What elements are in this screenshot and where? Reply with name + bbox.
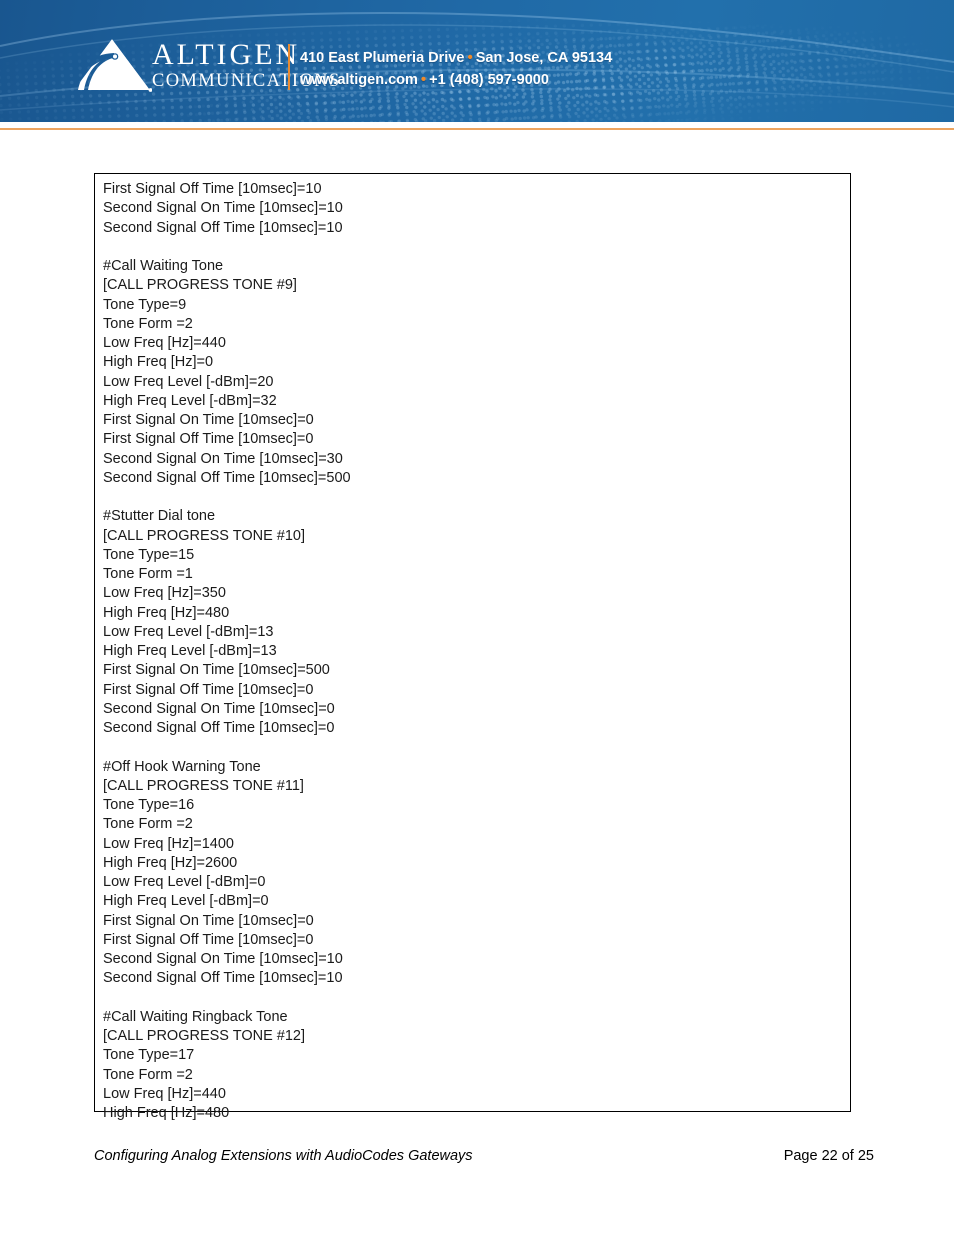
- code-line: [CALL PROGRESS TONE #12]: [103, 1028, 306, 1044]
- brand-name-communications: COMMUNICATIONS: [152, 71, 341, 91]
- header-accent-rule: [0, 128, 954, 130]
- code-line: High Freq Level [-dBm]=32: [103, 392, 277, 409]
- code-line: Second Signal Off Time [10msec]=500: [103, 469, 351, 486]
- code-line: #Off Hook Warning Tone: [103, 758, 261, 775]
- code-line: First Signal Off Time [10msec]=0: [103, 681, 314, 698]
- code-line: [CALL PROGRESS TONE #10]: [103, 527, 306, 544]
- code-line: [CALL PROGRESS TONE #11]: [103, 777, 304, 794]
- code-line: #Call Waiting Ringback Tone: [103, 1008, 288, 1025]
- code-line: Tone Type=16: [103, 797, 195, 813]
- code-line: #Call Waiting Tone: [103, 258, 224, 274]
- code-line: Low Freq Level [-dBm]=13: [103, 623, 274, 640]
- altigen-wordmark: ALTIGEN COMMUNICATIONS: [152, 38, 341, 92]
- page-footer: Configuring Analog Extensions with Audio…: [94, 1148, 874, 1164]
- code-line: Tone Form =2: [103, 1066, 193, 1083]
- altigen-triangle-logo-icon: [74, 39, 152, 92]
- configuration-listing-text: First Signal Off Time [10msec]=10 Second …: [95, 174, 850, 1123]
- code-line: High Freq [Hz]=2600: [103, 854, 238, 871]
- code-line: [CALL PROGRESS TONE #9]: [103, 277, 297, 294]
- header-contact-info: 410 East Plumeria Drive • San Jose, CA 951…: [300, 47, 612, 91]
- code-line: Second Signal Off Time [10msec]=10: [103, 970, 343, 987]
- code-line: First Signal Off Time [10msec]=10: [103, 181, 322, 197]
- code-line: Tone Form =1: [103, 566, 193, 582]
- brand-name-altigen: ALTIGEN: [152, 38, 301, 71]
- footer-document-title: Configuring Analog Extensions with Audio…: [94, 1148, 473, 1164]
- code-line: High Freq [Hz]=480: [103, 1105, 230, 1121]
- code-line: High Freq Level [-dBm]=13: [103, 643, 277, 659]
- code-line: Second Signal On Time [10msec]=10: [103, 200, 343, 217]
- code-line: First Signal Off Time [10msec]=0: [103, 431, 314, 448]
- code-line: Low Freq Level [-dBm]=0: [103, 874, 266, 890]
- configuration-listing-box: First Signal Off Time [10msec]=10 Second …: [94, 173, 851, 1121]
- code-line: High Freq [Hz]=480: [103, 604, 230, 621]
- bullet-separator-icon: •: [420, 71, 427, 88]
- code-line: Second Signal On Time [10msec]=10: [103, 951, 343, 967]
- street-address: 410 East Plumeria Drive: [300, 50, 465, 66]
- contact-address-line: 410 East Plumeria Drive • San Jose, CA 951…: [300, 47, 612, 69]
- contact-web-line: www.altigen.com • +1 (408) 597-9000: [300, 69, 612, 91]
- footer-page-number: Page 22 of 25: [783, 1148, 874, 1164]
- code-line: Low Freq [Hz]=1400: [103, 835, 234, 852]
- code-line: High Freq Level [-dBm]=0: [103, 893, 269, 910]
- code-line: Second Signal On Time [10msec]=30: [103, 450, 343, 467]
- bullet-separator-icon: •: [467, 49, 473, 66]
- code-line: Second Signal Off Time [10msec]=10: [103, 219, 343, 236]
- page-header-banner: ALTIGEN COMMUNICATIONS 410 East Plumeria…: [0, 0, 954, 122]
- code-line: High Freq [Hz]=0: [103, 354, 214, 371]
- code-line: Tone Type=17: [103, 1047, 195, 1064]
- phone-number: +1 (408) 597-9000: [429, 72, 549, 88]
- code-line: Tone Form =2: [103, 315, 193, 332]
- website-url[interactable]: www.altigen.com: [300, 72, 418, 88]
- code-line: First Signal On Time [10msec]=0: [103, 412, 314, 428]
- logo-contact-divider: [288, 44, 290, 90]
- code-line: First Signal On Time [10msec]=0: [103, 912, 314, 929]
- code-line: Tone Form =2: [103, 816, 193, 833]
- code-line: First Signal Off Time [10msec]=0: [103, 931, 314, 948]
- code-line: Tone Type=9: [103, 296, 187, 313]
- code-line: Low Freq [Hz]=440: [103, 1085, 226, 1102]
- code-line: Second Signal On Time [10msec]=0: [103, 700, 335, 717]
- code-line: Low Freq [Hz]=440: [103, 335, 226, 351]
- code-line: Tone Type=15: [103, 546, 195, 563]
- code-line: Low Freq Level [-dBm]=20: [103, 373, 274, 390]
- code-line: First Signal On Time [10msec]=500: [103, 662, 330, 679]
- city-state-zip: San Jose, CA 95134: [475, 50, 613, 66]
- code-line: #Stutter Dial tone: [103, 508, 216, 525]
- code-line: Second Signal Off Time [10msec]=0: [103, 720, 335, 736]
- code-line: Low Freq [Hz]=350: [103, 585, 226, 602]
